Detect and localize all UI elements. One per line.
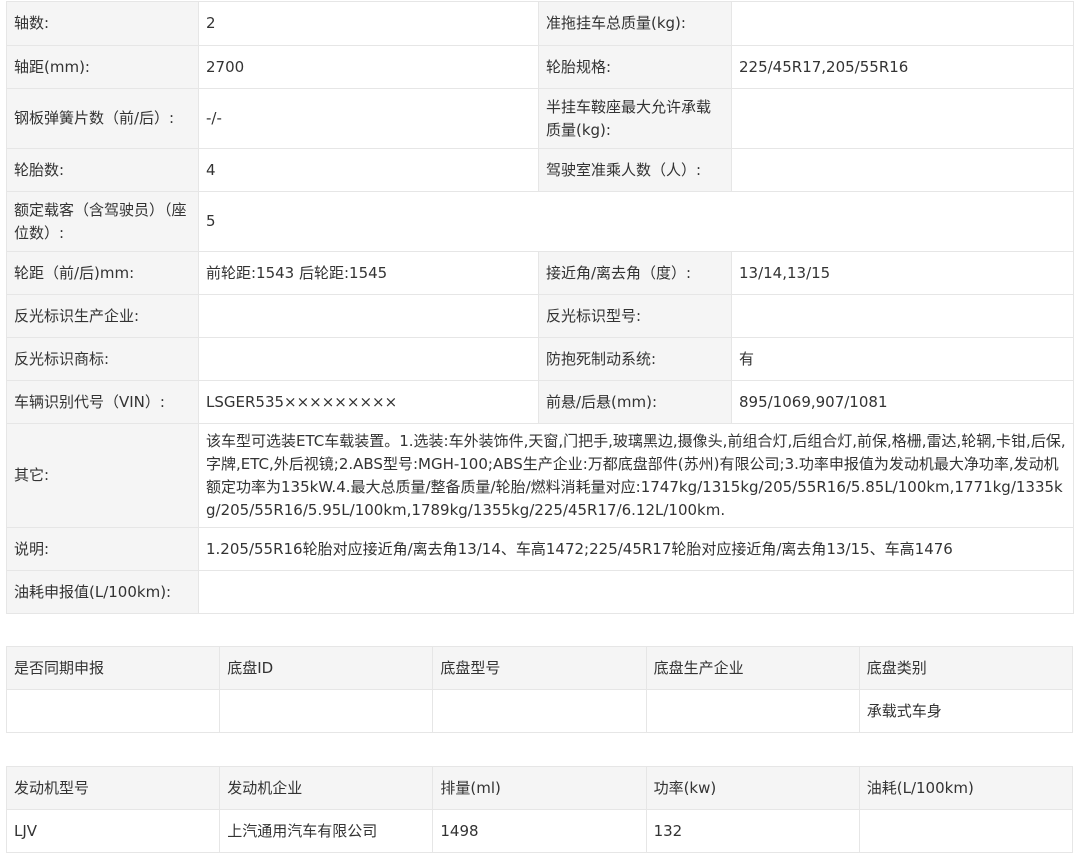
param-row-tires: 轮胎数: 4 驾驶室准乘人数（人）: [6,148,1074,192]
chassis-table: 是否同期申报 底盘ID 底盘型号 底盘生产企业 底盘类别 承载式车身 [5,646,1074,733]
chassis-data-cell [5,689,221,733]
chassis-data-cell [432,689,647,733]
cab-passengers-value [731,148,1074,192]
other-value: 该车型可选装ETC车载装置。1.选装:车外装饰件,天窗,门把手,玻璃黑边,摄像头… [198,423,1074,528]
chassis-header-cell: 底盘类别 [858,646,1074,690]
reflector-brand-label: 反光标识商标: [6,337,199,381]
chassis-header-cell: 底盘型号 [432,646,647,690]
param-row-rated-passengers: 额定载客（含驾驶员）（座位数）: 5 [6,191,1074,252]
chassis-data-row: 承载式车身 [5,689,1074,733]
vin-value: LSGER535××××××××× [198,380,539,424]
vehicle-params-table: 轴数: 2 准拖挂车总质量(kg): 轴距(mm): 2700 轮胎规格: 22… [6,1,1074,614]
note-value: 1.205/55R16轮胎对应接近角/离去角13/14、车高1472;225/4… [198,527,1074,571]
saddle-load-value [731,88,1074,149]
engine-table: 发动机型号 发动机企业 排量(ml) 功率(kw) 油耗(L/100km) LJ… [5,766,1074,853]
track-value: 前轮距:1543 后轮距:1545 [198,251,539,295]
engine-header-cell: 功率(kw) [645,766,860,810]
param-row-note: 说明: 1.205/55R16轮胎对应接近角/离去角13/14、车高1472;2… [6,527,1074,571]
overhang-label: 前悬/后悬(mm): [538,380,732,424]
leaf-spring-label: 钢板弹簧片数（前/后）: [6,88,199,149]
chassis-data-cell [219,689,434,733]
chassis-data-cell [645,689,860,733]
engine-header-cell: 排量(ml) [432,766,647,810]
chassis-data-cell: 承载式车身 [858,689,1074,733]
vin-label: 车辆识别代号（VIN）: [6,380,199,424]
approach-angle-value: 13/14,13/15 [731,251,1074,295]
engine-data-cell: 1498 [432,809,647,853]
wheelbase-value: 2700 [198,45,539,89]
param-row-axles: 轴数: 2 准拖挂车总质量(kg): [6,1,1074,46]
chassis-header-cell: 是否同期申报 [5,646,221,690]
other-label: 其它: [6,423,199,528]
param-row-vin: 车辆识别代号（VIN）: LSGER535××××××××× 前悬/后悬(mm)… [6,380,1074,424]
note-label: 说明: [6,527,199,571]
chassis-header-cell: 底盘生产企业 [645,646,860,690]
tire-spec-label: 轮胎规格: [538,45,732,89]
param-row-reflector: 反光标识生产企业: 反光标识型号: [6,294,1074,338]
reflector-maker-label: 反光标识生产企业: [6,294,199,338]
cab-passengers-label: 驾驶室准乘人数（人）: [538,148,732,192]
fuel-decl-value [198,570,1074,614]
engine-data-cell: 132 [645,809,860,853]
tire-count-value: 4 [198,148,539,192]
track-label: 轮距（前/后)mm: [6,251,199,295]
axle-count-value: 2 [198,1,539,46]
engine-header-row: 发动机型号 发动机企业 排量(ml) 功率(kw) 油耗(L/100km) [5,766,1074,810]
abs-label: 防抱死制动系统: [538,337,732,381]
tire-spec-value: 225/45R17,205/55R16 [731,45,1074,89]
engine-data-cell: LJV [5,809,221,853]
engine-data-cell [858,809,1074,853]
axle-count-label: 轴数: [6,1,199,46]
approach-angle-label: 接近角/离去角（度）: [538,251,732,295]
reflector-model-label: 反光标识型号: [538,294,732,338]
param-row-wheelbase: 轴距(mm): 2700 轮胎规格: 225/45R17,205/55R16 [6,45,1074,89]
chassis-header-row: 是否同期申报 底盘ID 底盘型号 底盘生产企业 底盘类别 [5,646,1074,690]
engine-header-cell: 油耗(L/100km) [858,766,1074,810]
trailer-mass-label: 准拖挂车总质量(kg): [538,1,732,46]
reflector-maker-value [198,294,539,338]
rated-passengers-value: 5 [198,191,1074,252]
engine-header-cell: 发动机企业 [219,766,434,810]
saddle-load-label: 半挂车鞍座最大允许承载质量(kg): [538,88,732,149]
param-row-fuel-decl: 油耗申报值(L/100km): [6,570,1074,614]
abs-value: 有 [731,337,1074,381]
tire-count-label: 轮胎数: [6,148,199,192]
rated-passengers-label: 额定载客（含驾驶员）（座位数）: [6,191,199,252]
engine-data-row: LJV 上汽通用汽车有限公司 1498 132 [5,809,1074,853]
reflector-brand-value [198,337,539,381]
wheelbase-label: 轴距(mm): [6,45,199,89]
trailer-mass-value [731,1,1074,46]
chassis-header-cell: 底盘ID [219,646,434,690]
param-row-track: 轮距（前/后)mm: 前轮距:1543 后轮距:1545 接近角/离去角（度）:… [6,251,1074,295]
param-row-leaf-spring: 钢板弹簧片数（前/后）: -/- 半挂车鞍座最大允许承载质量(kg): [6,88,1074,149]
param-row-other: 其它: 该车型可选装ETC车载装置。1.选装:车外装饰件,天窗,门把手,玻璃黑边… [6,423,1074,528]
reflector-model-value [731,294,1074,338]
engine-data-cell: 上汽通用汽车有限公司 [219,809,434,853]
leaf-spring-value: -/- [198,88,539,149]
overhang-value: 895/1069,907/1081 [731,380,1074,424]
param-row-reflector-brand: 反光标识商标: 防抱死制动系统: 有 [6,337,1074,381]
engine-header-cell: 发动机型号 [5,766,221,810]
fuel-decl-label: 油耗申报值(L/100km): [6,570,199,614]
